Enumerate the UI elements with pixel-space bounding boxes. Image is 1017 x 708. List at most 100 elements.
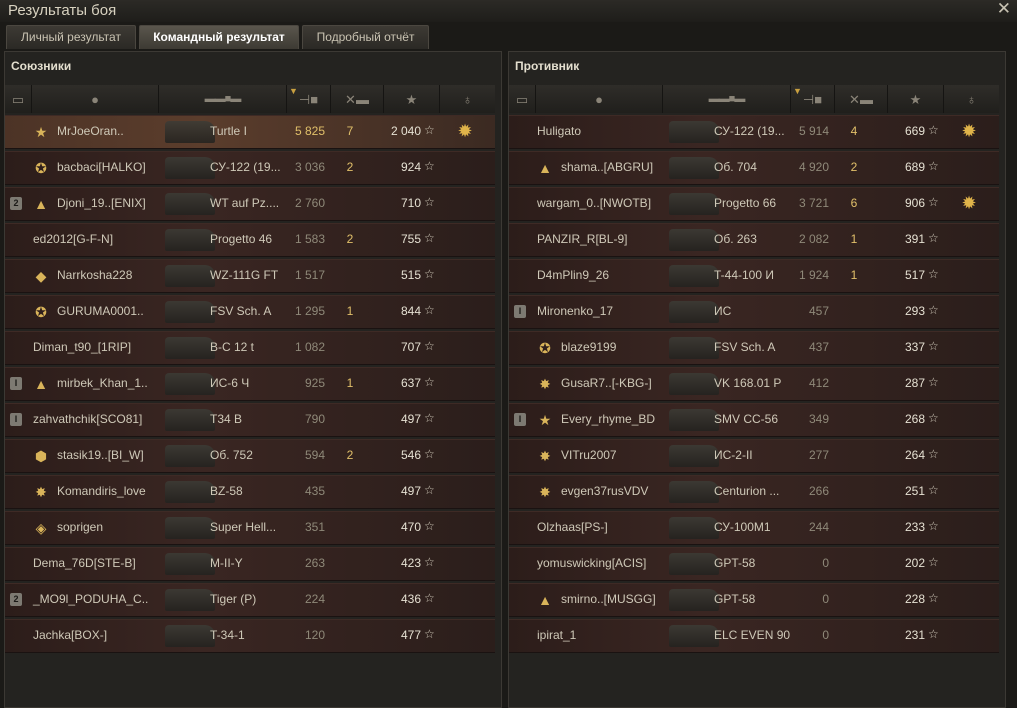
frags-icon: ✕▬ [345,91,369,107]
player-row[interactable]: Huligato СУ-122 (19... 5 914 4 669 ☆ ✹ [509,115,999,149]
damage-column-header[interactable]: ▼ ⊣■ [791,85,835,113]
player-column-header[interactable]: ● [32,85,159,113]
squad-column-header[interactable]: ▭ [509,85,536,113]
player-row[interactable]: Dema_76D[STE-B] M-II-Y 263 423 ☆ [5,547,495,581]
player-row[interactable]: D4mPlin9_26 T-44-100 И 1 924 1 517 ☆ [509,259,999,293]
vehicle-icon [165,625,215,647]
player-row[interactable]: Izahvathchik[SCO81] T34 B 790 497 ☆ [5,403,495,437]
player-row[interactable]: ✪ bacbaci[HALKO] СУ-122 (19... 3 036 2 924 ☆ [5,151,495,185]
enemies-column-headers: ▭ ● ▬▬■▬ ▼ ⊣■ ✕▬ ★ ♁ [509,85,999,113]
player-row[interactable]: ed2012[G-F-N] Progetto 46 1 583 2 755 ☆ [5,223,495,257]
player-row[interactable]: ✸ GusaR7..[-KBG-] VK 168.01 P 412 287 ☆ [509,367,999,401]
player-column-header[interactable]: ● [536,85,663,113]
squad-icon: ▭ [11,91,25,107]
player-row[interactable]: yomuswicking[ACIS] GPT-58 0 202 ☆ [509,547,999,581]
vehicle-name: Turtle I [210,124,247,138]
player-name: ipirat_1 [537,628,577,642]
frags-column-header[interactable]: ✕▬ [835,85,888,113]
star-icon: ☆ [928,483,939,497]
star-icon: ☆ [928,159,939,173]
xp-column-header[interactable]: ★ [384,85,440,113]
player-name: evgen37rusVDV [561,484,649,498]
squad-badge-icon: 2 [10,197,22,210]
damage-column-header[interactable]: ▼ ⊣■ [287,85,331,113]
player-row[interactable]: PANZIR_R[BL-9] Об. 263 2 082 1 391 ☆ [509,223,999,257]
vehicle-icon [669,373,719,395]
player-row[interactable]: ipirat_1 ELC EVEN 90 0 231 ☆ [509,619,999,653]
player-row[interactable]: ◆ Narrkosha228 WZ-111G FT 1 517 515 ☆ [5,259,495,293]
tab-personal-result[interactable]: Личный результат [6,25,136,49]
allies-rows: ★ MrJoeOran.. Turtle I5 825 7 2 040 ☆ ✹ ✪ bacbac… [5,115,495,655]
frags-value: 2 [346,232,354,246]
window-title: Результаты боя [8,2,117,19]
vehicle-icon [669,625,719,647]
star-icon: ☆ [424,231,435,245]
player-row[interactable]: Olzhaas[PS-] СУ-100М1 244 233 ☆ [509,511,999,545]
vehicle-column-header[interactable]: ▬▬■▬ [663,85,791,113]
player-name: D4mPlin9_26 [537,268,610,282]
player-row[interactable]: ✸ Komandiris_love BZ-58 435 497 ☆ [5,475,495,509]
medal-icon[interactable]: ✹ [959,193,979,213]
medal-column-header[interactable]: ♁ [944,85,999,113]
player-row[interactable]: I ★ Every_rhyme_BD SMV CC-56 349 268 ☆ [509,403,999,437]
vehicle-icon [669,517,719,539]
player-row[interactable]: ◈ soprigen Super Hell... 351 470 ☆ [5,511,495,545]
clan-emblem-icon: ✸ [539,484,551,500]
vehicle-column-header[interactable]: ▬▬■▬ [159,85,287,113]
player-row[interactable]: 2 ▲ Djoni_19..[ENIX] WT auf Pz.... 2 760 710 ☆ [5,187,495,221]
player-row[interactable]: Jachka[BOX-] T-34-1 120 477 ☆ [5,619,495,653]
player-name: mirbek_Khan_1.. [57,376,148,390]
player-row[interactable]: ⬢ stasik19..[BI_W] Об. 752 594 2 546 ☆ [5,439,495,473]
clan-emblem-icon: ★ [538,412,552,428]
xp-column-header[interactable]: ★ [888,85,944,113]
medal-icon[interactable]: ✹ [455,121,475,141]
damage-value: 5 914 [798,124,829,138]
star-icon: ☆ [424,195,435,209]
player-row[interactable]: ✪ blaze9199 FSV Sch. A 437 337 ☆ [509,331,999,365]
xp-value: 906 [904,196,925,210]
vehicle-icon [669,301,719,323]
player-row[interactable]: ✸ VITru2007 ИС-2-II 277 264 ☆ [509,439,999,473]
player-name: Diman_t90_[1RIP] [33,340,132,354]
player-row[interactable]: ▲ smirno..[MUSGG] GPT-58 0 228 ☆ [509,583,999,617]
player-row[interactable]: ★ MrJoeOran.. Turtle I 5 825 7 2 040 ☆ ✹ [5,115,495,149]
player-row[interactable]: I Mironenko_17 ИС 457 293 ☆ [509,295,999,329]
close-icon[interactable]: ✕ [997,0,1011,19]
player-row[interactable]: 2 _MO9l_PODUHA_C.. Tiger (P) 224 436 ☆ [5,583,495,617]
vehicle-name: BZ-58 [210,484,243,498]
xp-value: 497 [400,412,421,426]
vehicle-name: Tiger (P) [210,592,257,606]
xp-value: 710 [400,196,421,210]
sort-arrow-icon: ▼ [289,86,298,96]
tab-detailed-report[interactable]: Подробный отчёт [302,25,429,49]
player-name: Mironenko_17 [537,304,614,318]
star-icon: ☆ [928,375,939,389]
enemies-title: Противник [515,59,580,73]
vehicle-name: ИС-6 Ч [210,376,250,390]
damage-value: 3 721 [798,196,829,210]
tank-icon: ▬▬■▬ [708,92,746,105]
damage-value: 594 [304,448,325,462]
player-row[interactable]: ✪ GURUMA0001.. FSV Sch. A 1 295 1 844 ☆ [5,295,495,329]
star-icon: ☆ [928,339,939,353]
squad-column-header[interactable]: ▭ [5,85,32,113]
player-row[interactable]: Diman_t90_[1RIP] В-С 12 t 1 082 707 ☆ [5,331,495,365]
player-name: stasik19..[BI_W] [57,448,144,462]
vehicle-icon [669,481,719,503]
damage-value: 224 [304,592,325,606]
vehicle-name: T34 B [210,412,243,426]
clan-emblem-icon: ▲ [34,196,48,212]
star-icon: ☆ [928,303,939,317]
player-row[interactable]: ✸ evgen37rusVDV Centurion ... 266 251 ☆ [509,475,999,509]
player-row[interactable]: ▲ shama..[ABGRU] Об. 704 4 920 2 689 ☆ [509,151,999,185]
frags-value: 1 [850,232,858,246]
tab-team-result[interactable]: Командный результат [139,25,299,49]
frags-column-header[interactable]: ✕▬ [331,85,384,113]
medal-column-header[interactable]: ♁ [440,85,495,113]
player-row[interactable]: I ▲ mirbek_Khan_1.. ИС-6 Ч 925 1 637 ☆ [5,367,495,401]
damage-value: 277 [808,448,829,462]
frags-value: 2 [346,448,354,462]
player-row[interactable]: wargam_0..[NWOTB] Progetto 66 3 721 6 906 ☆ ✹ [509,187,999,221]
medal-icon[interactable]: ✹ [959,121,979,141]
clan-emblem-icon: ▲ [34,376,48,392]
